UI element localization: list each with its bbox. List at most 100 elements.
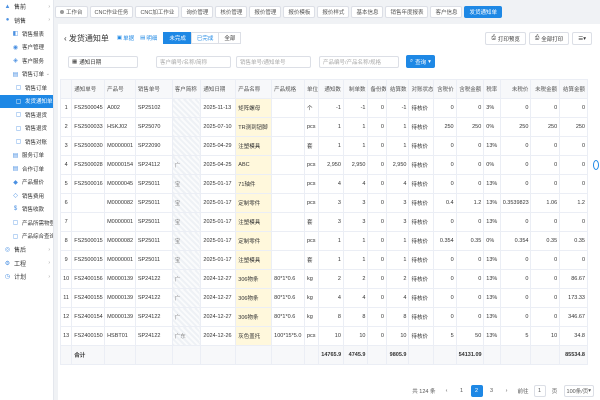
menu-button[interactable]: ☰▾: [572, 32, 592, 45]
column-header[interactable]: 单位: [303, 79, 320, 99]
column-header[interactable]: 产品号: [104, 79, 136, 99]
table-row[interactable]: 7 M0000001 SP25011 宝 2025-01-17 注塑模具套 3 3 0 3 待核价 0…: [60, 212, 588, 232]
total-cell: [171, 345, 202, 365]
table-cell: pcs: [303, 155, 320, 175]
tab-label: 发货通知单: [469, 9, 497, 16]
table-row[interactable]: 1 FS2500045 A002 SP25102 2025-11-13 矩阵螺母个 -1 -1…: [60, 98, 588, 118]
product-filter-input[interactable]: 产品编号/产品名称/规格: [319, 56, 399, 68]
tab-9[interactable]: 销售年度报表: [385, 5, 429, 18]
sidebar-item-0[interactable]: ▲ 售前 ›: [0, 0, 53, 14]
sidebar-item-20[interactable]: ◷ 计划 ›: [0, 270, 53, 284]
table-row[interactable]: 3 FS2500030 M0000001 SP22090 2025-04-29 注塑模具 套…: [60, 136, 588, 156]
column-header[interactable]: 含税金额: [455, 79, 485, 99]
table-row[interactable]: 13 FS2400150 HSBT01 SP24122 广东 2024-12-26 灰色盖托…: [60, 326, 588, 346]
sidebar-item-19[interactable]: ⚙ 工程 ›: [0, 257, 53, 271]
column-header[interactable]: 产品规格: [271, 79, 305, 99]
sidebar-item-2[interactable]: ◧ 销售报表: [0, 27, 53, 41]
column-header[interactable]: [60, 79, 73, 99]
chevron-down-icon: ›: [48, 3, 50, 10]
tab-3[interactable]: 询价管理: [181, 5, 214, 18]
table-cell: 宝: [171, 212, 202, 232]
table-cell: 13%: [483, 193, 501, 213]
column-header[interactable]: 通知数: [318, 79, 344, 99]
tab-2[interactable]: CNC加工作业: [135, 5, 180, 18]
prev-page-icon[interactable]: ‹: [441, 385, 453, 397]
sidebar-item-1[interactable]: ● 销售 ›: [0, 14, 53, 28]
table-row[interactable]: 2 FS2500033 HSKJ02 SP25070 2025-07-10 TR测到钮脚 p…: [60, 117, 588, 137]
column-header[interactable]: 客户简称: [171, 79, 202, 99]
sidebar-item-4[interactable]: ◈ 客户服务: [0, 54, 53, 68]
sidebar-item-label: 产品报价: [22, 180, 45, 187]
sidebar-item-18[interactable]: ◎ 售后 ›: [0, 243, 53, 257]
column-header[interactable]: 未税价: [499, 79, 532, 99]
table-row[interactable]: 9 FS2500015 M0000001 SP25011 宝 2025-01-17 注塑模具…: [60, 250, 588, 270]
page-number[interactable]: 2: [470, 384, 483, 397]
table-row[interactable]: 11 FS2400155 M0000139 SP24122 广 2024-12-27 306…: [60, 288, 588, 308]
sidebar-item-14[interactable]: ◇ 销售费用: [0, 189, 53, 203]
column-header[interactable]: 销售单号: [134, 79, 173, 99]
sidebar-item-15[interactable]: $ 销售收款: [0, 203, 53, 217]
table-cell: 0.354: [433, 231, 457, 251]
sidebar-item-17[interactable]: ▢ 产品综合查询: [0, 230, 53, 244]
table-row[interactable]: 6 M0000082 SP25011 宝 2025-01-17 定制零件 pcs 3 3 0 3 待核…: [60, 193, 588, 213]
sidebar-item-7[interactable]: ▢ 发货通知单: [0, 94, 53, 108]
tab-4[interactable]: 核价管理: [215, 5, 248, 18]
status-tab-all[interactable]: 全部: [218, 32, 242, 44]
scroll-indicator[interactable]: [593, 160, 599, 170]
column-header[interactable]: 通知日期: [200, 79, 237, 99]
sidebar-item-3[interactable]: ◉ 客户管理: [0, 41, 53, 55]
sidebar-item-8[interactable]: ▢ 销售退货: [0, 108, 53, 122]
sidebar-item-6[interactable]: ▢ 销售订单: [0, 81, 53, 95]
column-header[interactable]: 结算数: [385, 79, 410, 99]
table-row[interactable]: 8 FS2500015 M0000082 SP25011 宝 2025-01-17 定制零件…: [60, 231, 588, 251]
tab-1[interactable]: CNC作业任务: [89, 5, 134, 18]
table-row[interactable]: 10 FS2400156 M0000139 SP24122 广 2024-12-27 306…: [60, 269, 588, 289]
status-tab-incomplete[interactable]: 未完成: [163, 32, 192, 44]
table-row[interactable]: 5 FS2500016 M0000045 SP25011 宝 2025-01-17 71轴件…: [60, 174, 588, 194]
column-header[interactable]: 结算金额: [559, 79, 588, 99]
tab-6[interactable]: 报价模板: [283, 5, 316, 18]
date-filter-input[interactable]: ▦ 通知日期: [68, 56, 138, 68]
toggle-doc[interactable]: ▣ 单据: [117, 34, 134, 42]
column-header[interactable]: 含税价: [433, 79, 457, 99]
print-all-button[interactable]: ⎙ 全部打印: [528, 32, 570, 45]
page-number[interactable]: 1: [456, 385, 468, 397]
tab-5[interactable]: 报价管理: [249, 5, 282, 18]
status-tab-complete[interactable]: 已完成: [190, 32, 220, 44]
table-cell: 0: [499, 98, 532, 118]
sidebar-item-16[interactable]: ▢产品所需物登记: [0, 216, 53, 230]
sidebar-item-11[interactable]: ▤ 服务订单: [0, 149, 53, 163]
sidebar-item-10[interactable]: ▢ 销售对账: [0, 135, 53, 149]
next-page-icon[interactable]: ›: [501, 385, 513, 397]
column-header[interactable]: 未税金额: [530, 79, 561, 99]
sidebar-item-5[interactable]: ▤ 销售订单 ⌄: [0, 68, 53, 82]
sidebar-item-12[interactable]: ▤ 合作订单: [0, 162, 53, 176]
table-cell: 0: [530, 212, 561, 232]
column-header[interactable]: 税率: [483, 79, 501, 99]
print-preview-button[interactable]: ⎙ 打印预览: [485, 32, 526, 45]
column-header[interactable]: 通知单号: [71, 79, 106, 99]
column-header[interactable]: 制单数: [342, 79, 369, 99]
tab-0[interactable]: 工作台: [55, 5, 88, 18]
table-cell: 0: [455, 136, 485, 156]
column-header[interactable]: 对账状态: [408, 79, 435, 99]
order-filter-input[interactable]: 销售单号/通知单号: [236, 56, 311, 68]
tab-10[interactable]: 客户信息: [430, 5, 463, 18]
customer-filter-input[interactable]: 客户编号/名称/简称: [156, 56, 231, 68]
search-button[interactable]: ⌕ 查询 ▾: [406, 55, 435, 68]
sidebar-item-13[interactable]: ◆ 产品报价: [0, 176, 53, 190]
page-size-select[interactable]: 100条/页 ▾: [563, 384, 594, 397]
table-row[interactable]: 12 FS2400154 M0000139 SP24122 广 2024-12-27 306…: [60, 307, 588, 327]
table-row[interactable]: 4 FS2500028 M0000154 SP24112 广 2025-04-25 ABC p…: [60, 155, 588, 175]
doc-icon: ▢: [15, 98, 22, 105]
toggle-detail[interactable]: ▤ 明细: [140, 34, 157, 42]
sidebar-item-9[interactable]: ▢ 销售退货: [0, 122, 53, 136]
sidebar-item-label: 服务订单: [22, 153, 45, 160]
tab-7[interactable]: 报价样式: [317, 5, 350, 18]
tab-11[interactable]: 发货通知单: [464, 5, 502, 18]
page-number[interactable]: 3: [486, 385, 498, 397]
column-header[interactable]: 备份数: [367, 79, 387, 99]
tab-8[interactable]: 基本信息: [351, 5, 384, 18]
column-header[interactable]: 产品名称: [235, 79, 273, 99]
goto-input[interactable]: 1: [533, 384, 546, 397]
